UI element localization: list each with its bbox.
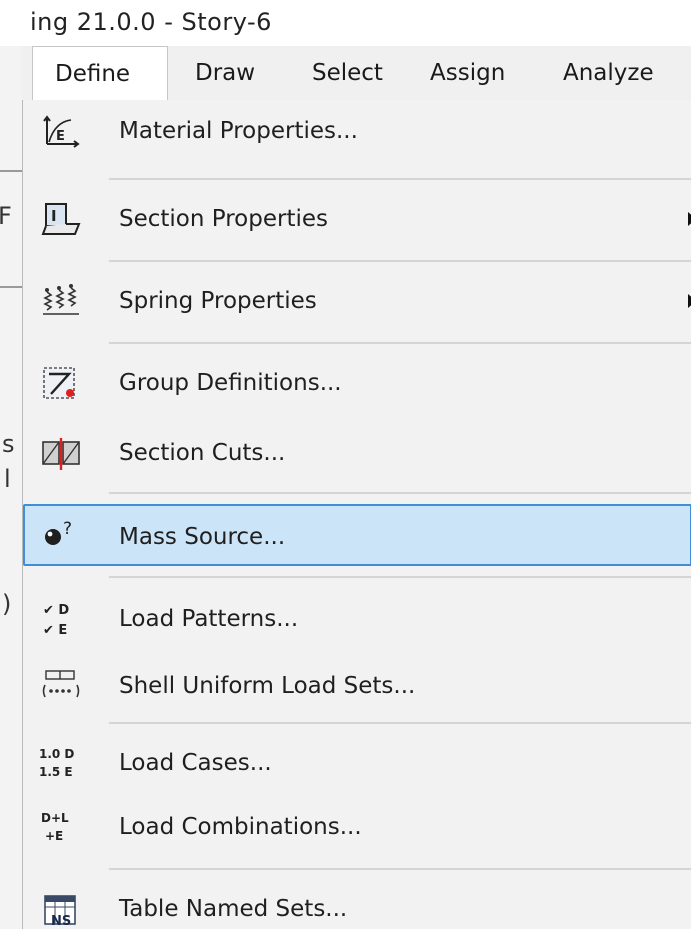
svg-text:+E: +E xyxy=(45,829,63,843)
svg-text:1.0 D: 1.0 D xyxy=(39,747,74,761)
menu-item-label: Load Combinations... xyxy=(119,814,362,840)
group-definitions-icon xyxy=(41,366,81,400)
mass-source-icon: ? xyxy=(41,518,81,552)
menu-item-load-cases[interactable]: 1.0 D 1.5 E Load Cases... xyxy=(23,732,691,794)
menu-assign[interactable]: Assign xyxy=(430,46,505,100)
menu-define[interactable]: Define xyxy=(32,46,168,100)
menu-separator xyxy=(109,576,691,578)
menu-item-label: Mass Source... xyxy=(119,524,286,550)
shell-uniform-load-sets-icon xyxy=(41,669,81,703)
svg-text:✔ E: ✔ E xyxy=(43,623,67,638)
window-title-bar: ing 21.0.0 - Story-6 xyxy=(0,0,691,46)
spring-properties-icon xyxy=(41,284,81,318)
menu-item-label: Load Patterns... xyxy=(119,606,299,632)
load-combinations-icon: D+L +E xyxy=(39,806,79,848)
background-divider xyxy=(0,170,22,172)
menu-item-table-named-sets[interactable]: NS Table Named Sets... xyxy=(23,878,691,940)
load-patterns-icon: ✔ D ✔ E xyxy=(41,598,81,640)
menu-select[interactable]: Select xyxy=(312,46,383,100)
svg-text:NS: NS xyxy=(51,914,71,928)
menu-separator xyxy=(109,260,691,262)
menu-item-section-properties[interactable]: I Section Properties xyxy=(23,188,691,250)
menu-separator xyxy=(109,342,691,344)
material-properties-icon: E xyxy=(41,114,81,148)
menu-item-label: Material Properties... xyxy=(119,118,358,144)
define-dropdown-menu: E Material Properties... I Section Prope… xyxy=(22,100,691,929)
menu-item-load-combinations[interactable]: D+L +E Load Combinations... xyxy=(23,796,691,858)
svg-text:✔ D: ✔ D xyxy=(43,603,69,618)
section-cuts-icon xyxy=(41,436,81,470)
menu-separator xyxy=(109,722,691,724)
menu-item-label: Section Cuts... xyxy=(119,440,286,466)
menu-item-section-cuts[interactable]: Section Cuts... xyxy=(23,422,691,484)
menu-item-label: Section Properties xyxy=(119,206,328,232)
svg-text:1.5 E: 1.5 E xyxy=(39,765,73,779)
menu-bar: Define Draw Select Assign Analyze xyxy=(22,46,691,101)
menu-separator xyxy=(109,492,691,494)
menu-item-load-patterns[interactable]: ✔ D ✔ E Load Patterns... xyxy=(23,588,691,650)
menu-item-mass-source[interactable]: ? Mass Source... xyxy=(23,504,691,566)
background-fragment: l xyxy=(4,465,11,493)
background-fragment: F xyxy=(0,202,12,230)
menu-separator xyxy=(109,178,691,180)
menu-item-label: Spring Properties xyxy=(119,288,317,314)
table-named-sets-icon: NS xyxy=(41,894,81,929)
background-fragment: s xyxy=(2,430,15,458)
load-cases-icon: 1.0 D 1.5 E xyxy=(37,742,77,784)
section-properties-icon: I xyxy=(41,202,81,236)
menu-item-material-properties[interactable]: E Material Properties... xyxy=(23,100,691,162)
menu-item-spring-properties[interactable]: Spring Properties xyxy=(23,270,691,332)
menu-item-group-definitions[interactable]: Group Definitions... xyxy=(23,352,691,414)
background-divider xyxy=(0,286,22,288)
menu-item-label: Load Cases... xyxy=(119,750,272,776)
window-title: ing 21.0.0 - Story-6 xyxy=(30,8,272,36)
svg-text:D+L: D+L xyxy=(41,811,69,825)
menu-item-shell-uniform-load-sets[interactable]: Shell Uniform Load Sets... xyxy=(23,655,691,717)
menu-item-label: Group Definitions... xyxy=(119,370,342,396)
menu-item-label: Table Named Sets... xyxy=(119,896,348,922)
menu-separator xyxy=(109,868,691,870)
svg-text:?: ? xyxy=(63,519,72,539)
menu-item-label: Shell Uniform Load Sets... xyxy=(119,673,416,699)
menu-draw[interactable]: Draw xyxy=(195,46,255,100)
menu-analyze[interactable]: Analyze xyxy=(563,46,654,100)
svg-text:I: I xyxy=(51,207,57,225)
svg-text:E: E xyxy=(56,129,65,144)
background-fragment: ) xyxy=(2,590,12,618)
